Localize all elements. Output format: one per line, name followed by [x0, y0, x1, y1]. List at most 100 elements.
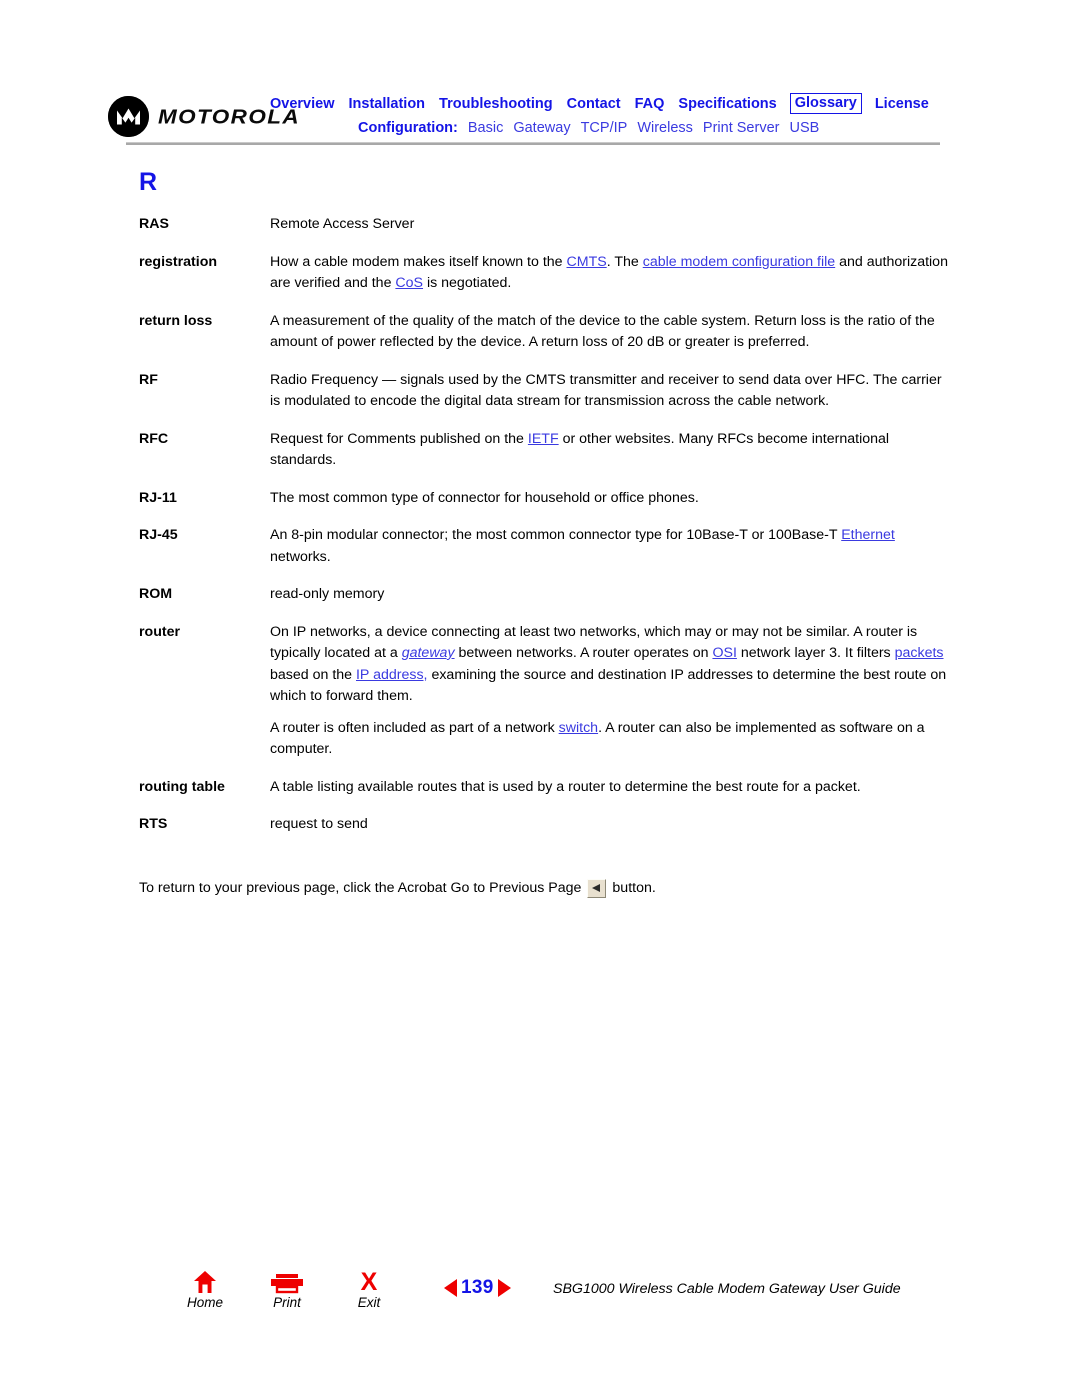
nav-link-print-server[interactable]: Print Server [703, 119, 780, 137]
nav-link-wireless[interactable]: Wireless [637, 119, 693, 137]
page-navigation: 139 [444, 1278, 511, 1298]
definition-text: is negotiated. [423, 275, 512, 291]
glossary-cross-reference-link[interactable]: packets [895, 645, 944, 661]
definition-paragraph: A measurement of the quality of the matc… [270, 311, 949, 354]
nav-link-tcpip[interactable]: TCP/IP [581, 119, 628, 137]
nav-link-troubleshooting[interactable]: Troubleshooting [439, 95, 553, 113]
glossary-cross-reference-link[interactable]: IP address, [356, 667, 428, 683]
glossary-term: RJ-45 [139, 527, 178, 543]
next-page-triangle-icon[interactable] [497, 1279, 511, 1297]
glossary-term: RJ-11 [139, 489, 177, 506]
definition-paragraph: Remote Access Server [270, 214, 949, 236]
nav-link-faq[interactable]: FAQ [635, 95, 665, 113]
acrobat-go-to-previous-page-icon[interactable] [587, 879, 607, 898]
glossary-entry: RTS request to send [139, 814, 949, 836]
glossary-term: RTS [139, 816, 168, 832]
home-icon [181, 1268, 229, 1294]
definition-paragraph: On IP networks, a device connecting at l… [270, 622, 949, 708]
glossary-entry: registration How a cable modem makes itse… [139, 252, 949, 295]
glossary-cross-reference-link[interactable]: CoS [395, 275, 423, 291]
glossary-term: RFC [139, 430, 169, 447]
glossary-cross-reference-link[interactable]: OSI [712, 645, 736, 661]
glossary-definition: The most common type of connector for ho… [270, 488, 949, 510]
glossary-entry: ROM read-only memory [139, 584, 949, 606]
glossary-definition: A table listing available routes that is… [270, 777, 949, 799]
nav-link-license[interactable]: License [875, 95, 929, 113]
closing-note-text-before: To return to your previous page, click t… [139, 880, 582, 896]
definition-text: networks. [270, 548, 331, 565]
nav-link-installation[interactable]: Installation [349, 95, 426, 113]
print-button-label: Print [273, 1295, 301, 1310]
nav-link-basic[interactable]: Basic [468, 119, 503, 137]
definition-text: . The [606, 253, 643, 270]
definition-paragraph: request to send [270, 814, 949, 836]
definition-paragraph: An 8-pin modular connector; the most com… [270, 525, 949, 568]
glossary-term: ROM [139, 586, 173, 602]
nav-link-gateway[interactable]: Gateway [513, 119, 570, 137]
glossary-term: RF [139, 371, 158, 388]
glossary-cross-reference-link[interactable]: CMTS [567, 254, 607, 270]
glossary-term: registration [139, 253, 218, 270]
glossary-entry: RJ-45 An 8-pin modular connector; the mos… [139, 525, 949, 568]
definition-text: request to send [270, 816, 368, 832]
glossary-definition: read-only memory [270, 584, 949, 606]
glossary-cross-reference-link[interactable]: gateway [402, 645, 455, 661]
nav-link-usb[interactable]: USB [789, 119, 819, 137]
definition-text: An 8-pin modular connector; the most com… [270, 527, 842, 543]
nav-link-overview[interactable]: Overview [270, 95, 335, 113]
definition-text: The most common type of connector for ho… [270, 489, 699, 506]
glossary-cross-reference-link[interactable]: cable modem configuration file [643, 254, 835, 270]
definition-text: network layer 3. It filters [736, 645, 895, 661]
closing-note-text-after: button. [612, 880, 656, 896]
home-button[interactable]: Home [181, 1268, 229, 1311]
nav-link-contact[interactable]: Contact [567, 95, 621, 113]
glossary-definition: An 8-pin modular connector; the most com… [270, 525, 949, 568]
definition-text: A table listing available routes that is… [270, 778, 861, 795]
glossary-definition: How a cable modem makes itself known to … [270, 252, 949, 295]
definition-paragraph: read-only memory [270, 584, 949, 606]
previous-page-triangle-icon[interactable] [444, 1279, 457, 1297]
definition-paragraph: The most common type of connector for ho… [270, 488, 949, 510]
exit-button[interactable]: X Exit [345, 1268, 393, 1311]
glossary-entry: RAS Remote Access Server [139, 214, 949, 236]
definition-text: How a cable modem makes itself known to … [270, 253, 567, 270]
glossary-entry: RJ-11 The most common type of connector f… [139, 488, 949, 510]
glossary-term: routing table [139, 778, 225, 795]
glossary-entry: router On IP networks, a device connectin… [139, 622, 949, 761]
glossary-cross-reference-link[interactable]: IETF [528, 431, 559, 447]
home-button-label: Home [186, 1295, 223, 1310]
definition-paragraph: A table listing available routes that is… [270, 777, 949, 799]
glossary-entry: RF Radio Frequency — signals used by the … [139, 370, 949, 413]
glossary-cross-reference-link[interactable]: Ethernet [841, 527, 895, 543]
glossary-term: return loss [139, 312, 213, 329]
page-footer: Home Print X Exit 139 SBG1000 Wireless C… [0, 1268, 1080, 1338]
definition-text: A measurement of the quality of the matc… [270, 312, 935, 351]
footer-button-group: Home Print X Exit [181, 1268, 393, 1311]
definition-text: A router is often included as part of a … [270, 719, 559, 736]
glossary-definition: A measurement of the quality of the matc… [270, 311, 949, 354]
exit-button-label: Exit [357, 1295, 381, 1310]
glossary-entry: return loss A measurement of the quality … [139, 311, 949, 354]
exit-x-icon: X [360, 1268, 378, 1296]
nav-link-glossary-current[interactable]: Glossary [789, 93, 862, 114]
glossary-term: RAS [139, 216, 169, 232]
definition-text: based on the [270, 666, 356, 683]
printer-icon [263, 1268, 311, 1294]
definition-paragraph: Request for Comments published on the IE… [270, 429, 949, 472]
definition-paragraph: How a cable modem makes itself known to … [270, 252, 949, 295]
motorola-batwing-icon [108, 96, 149, 137]
print-button[interactable]: Print [263, 1268, 311, 1311]
definition-paragraph: A router is often included as part of a … [270, 718, 949, 761]
glossary-definition: request to send [270, 814, 949, 836]
glossary-definition: On IP networks, a device connecting at l… [270, 622, 949, 761]
definition-text: Radio Frequency — signals used by the CM… [270, 371, 942, 410]
glossary-definition: Request for Comments published on the IE… [270, 429, 949, 472]
configuration-nav-row: Configuration: Basic Gateway TCP/IP Wire… [270, 119, 950, 137]
definition-paragraph: Radio Frequency — signals used by the CM… [270, 370, 949, 413]
closing-note: To return to your previous page, click t… [139, 878, 949, 899]
nav-link-specifications[interactable]: Specifications [678, 95, 776, 113]
definition-text: Remote Access Server [270, 216, 415, 232]
glossary-cross-reference-link[interactable]: switch [559, 720, 598, 736]
glossary-entry-list: RAS Remote Access Server registration How a… [139, 214, 949, 852]
definition-text: between networks. A router operates on [454, 645, 713, 661]
